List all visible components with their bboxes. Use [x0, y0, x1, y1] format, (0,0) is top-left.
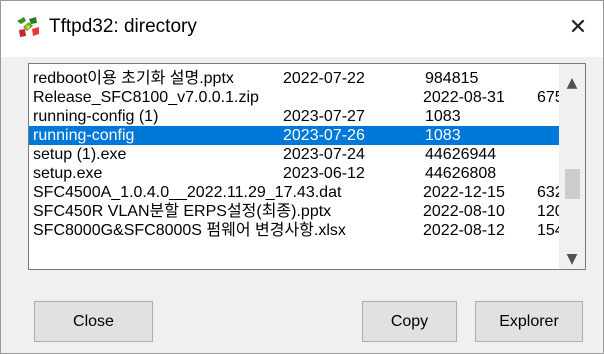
scroll-down-icon[interactable]: ▼: [559, 248, 585, 269]
file-listbox[interactable]: redboot이용 초기화 설명.pptx 2022-07-22 984815 Rel…: [28, 63, 586, 270]
file-date: 2022-08-10: [423, 203, 505, 220]
close-button[interactable]: Close: [34, 301, 153, 342]
file-row[interactable]: redboot이용 초기화 설명.pptx 2022-07-22 984815: [29, 69, 559, 88]
vertical-scrollbar[interactable]: ▲ ▼: [559, 64, 585, 269]
file-date: 2022-07-22: [283, 70, 365, 87]
file-row[interactable]: running-config 2023-07-26 1083: [29, 126, 559, 145]
file-size: 63262: [537, 184, 559, 201]
file-row[interactable]: setup.exe 2023-06-12 44626808: [29, 164, 559, 183]
file-size: 44626808: [425, 165, 497, 182]
directory-dialog: Tftpd32: directory ✕ redboot이용 초기화 설명.pp…: [0, 0, 604, 354]
file-date: 2022-12-15: [423, 184, 505, 201]
file-row[interactable]: SFC4500A_1.0.4.0__2022.11.29_17.43.dat 20…: [29, 183, 559, 202]
file-name: Release_SFC8100_v7.0.0.1.zip: [33, 89, 259, 106]
file-name: SFC8000G&SFC8000S 펌웨어 변경사항.xlsx: [33, 222, 346, 239]
file-row[interactable]: Release_SFC8100_v7.0.0.1.zip 2022-08-31 67…: [29, 88, 559, 107]
explorer-button[interactable]: Explorer: [475, 301, 583, 342]
close-window-icon[interactable]: ✕: [561, 13, 595, 43]
copy-button[interactable]: Copy: [362, 301, 457, 342]
tftpd-app-icon: [15, 15, 41, 39]
file-size: 67509: [537, 89, 559, 106]
title-bar: Tftpd32: directory ✕: [1, 1, 603, 57]
file-name: setup.exe: [33, 165, 103, 182]
file-row[interactable]: SFC8000G&SFC8000S 펌웨어 변경사항.xlsx 2022-08-1…: [29, 221, 559, 240]
file-date: 2022-08-12: [423, 222, 505, 239]
scroll-up-icon[interactable]: ▲: [559, 72, 585, 94]
file-size: 1083: [425, 127, 461, 144]
file-row[interactable]: SFC450R VLAN분할 ERPS설정(최종).pptx 2022-08-10…: [29, 202, 559, 221]
file-date: 2023-07-27: [283, 108, 365, 125]
file-name: redboot이용 초기화 설명.pptx: [33, 70, 234, 87]
file-list: redboot이용 초기화 설명.pptx 2022-07-22 984815 Rel…: [29, 64, 559, 269]
file-date: 2022-08-31: [423, 89, 505, 106]
window-title: Tftpd32: directory: [49, 16, 197, 37]
file-name: setup (1).exe: [33, 146, 127, 163]
file-row[interactable]: setup (1).exe 2023-07-24 44626944: [29, 145, 559, 164]
file-date: 2023-07-26: [283, 127, 365, 144]
file-size: 1083: [425, 108, 461, 125]
file-size: 984815: [425, 70, 479, 87]
file-row[interactable]: running-config (1) 2023-07-27 1083: [29, 107, 559, 126]
file-date: 2023-06-12: [283, 165, 365, 182]
file-size: 44626944: [425, 146, 497, 163]
file-name: SFC4500A_1.0.4.0__2022.11.29_17.43.dat: [33, 184, 342, 201]
file-size: 12003: [537, 203, 559, 220]
file-name: SFC450R VLAN분할 ERPS설정(최종).pptx: [33, 203, 332, 220]
scrollbar-thumb[interactable]: [565, 169, 580, 199]
file-size: 15426: [537, 222, 559, 239]
file-name: running-config (1): [33, 108, 159, 125]
file-date: 2023-07-24: [283, 146, 365, 163]
file-name: running-config: [33, 127, 135, 144]
